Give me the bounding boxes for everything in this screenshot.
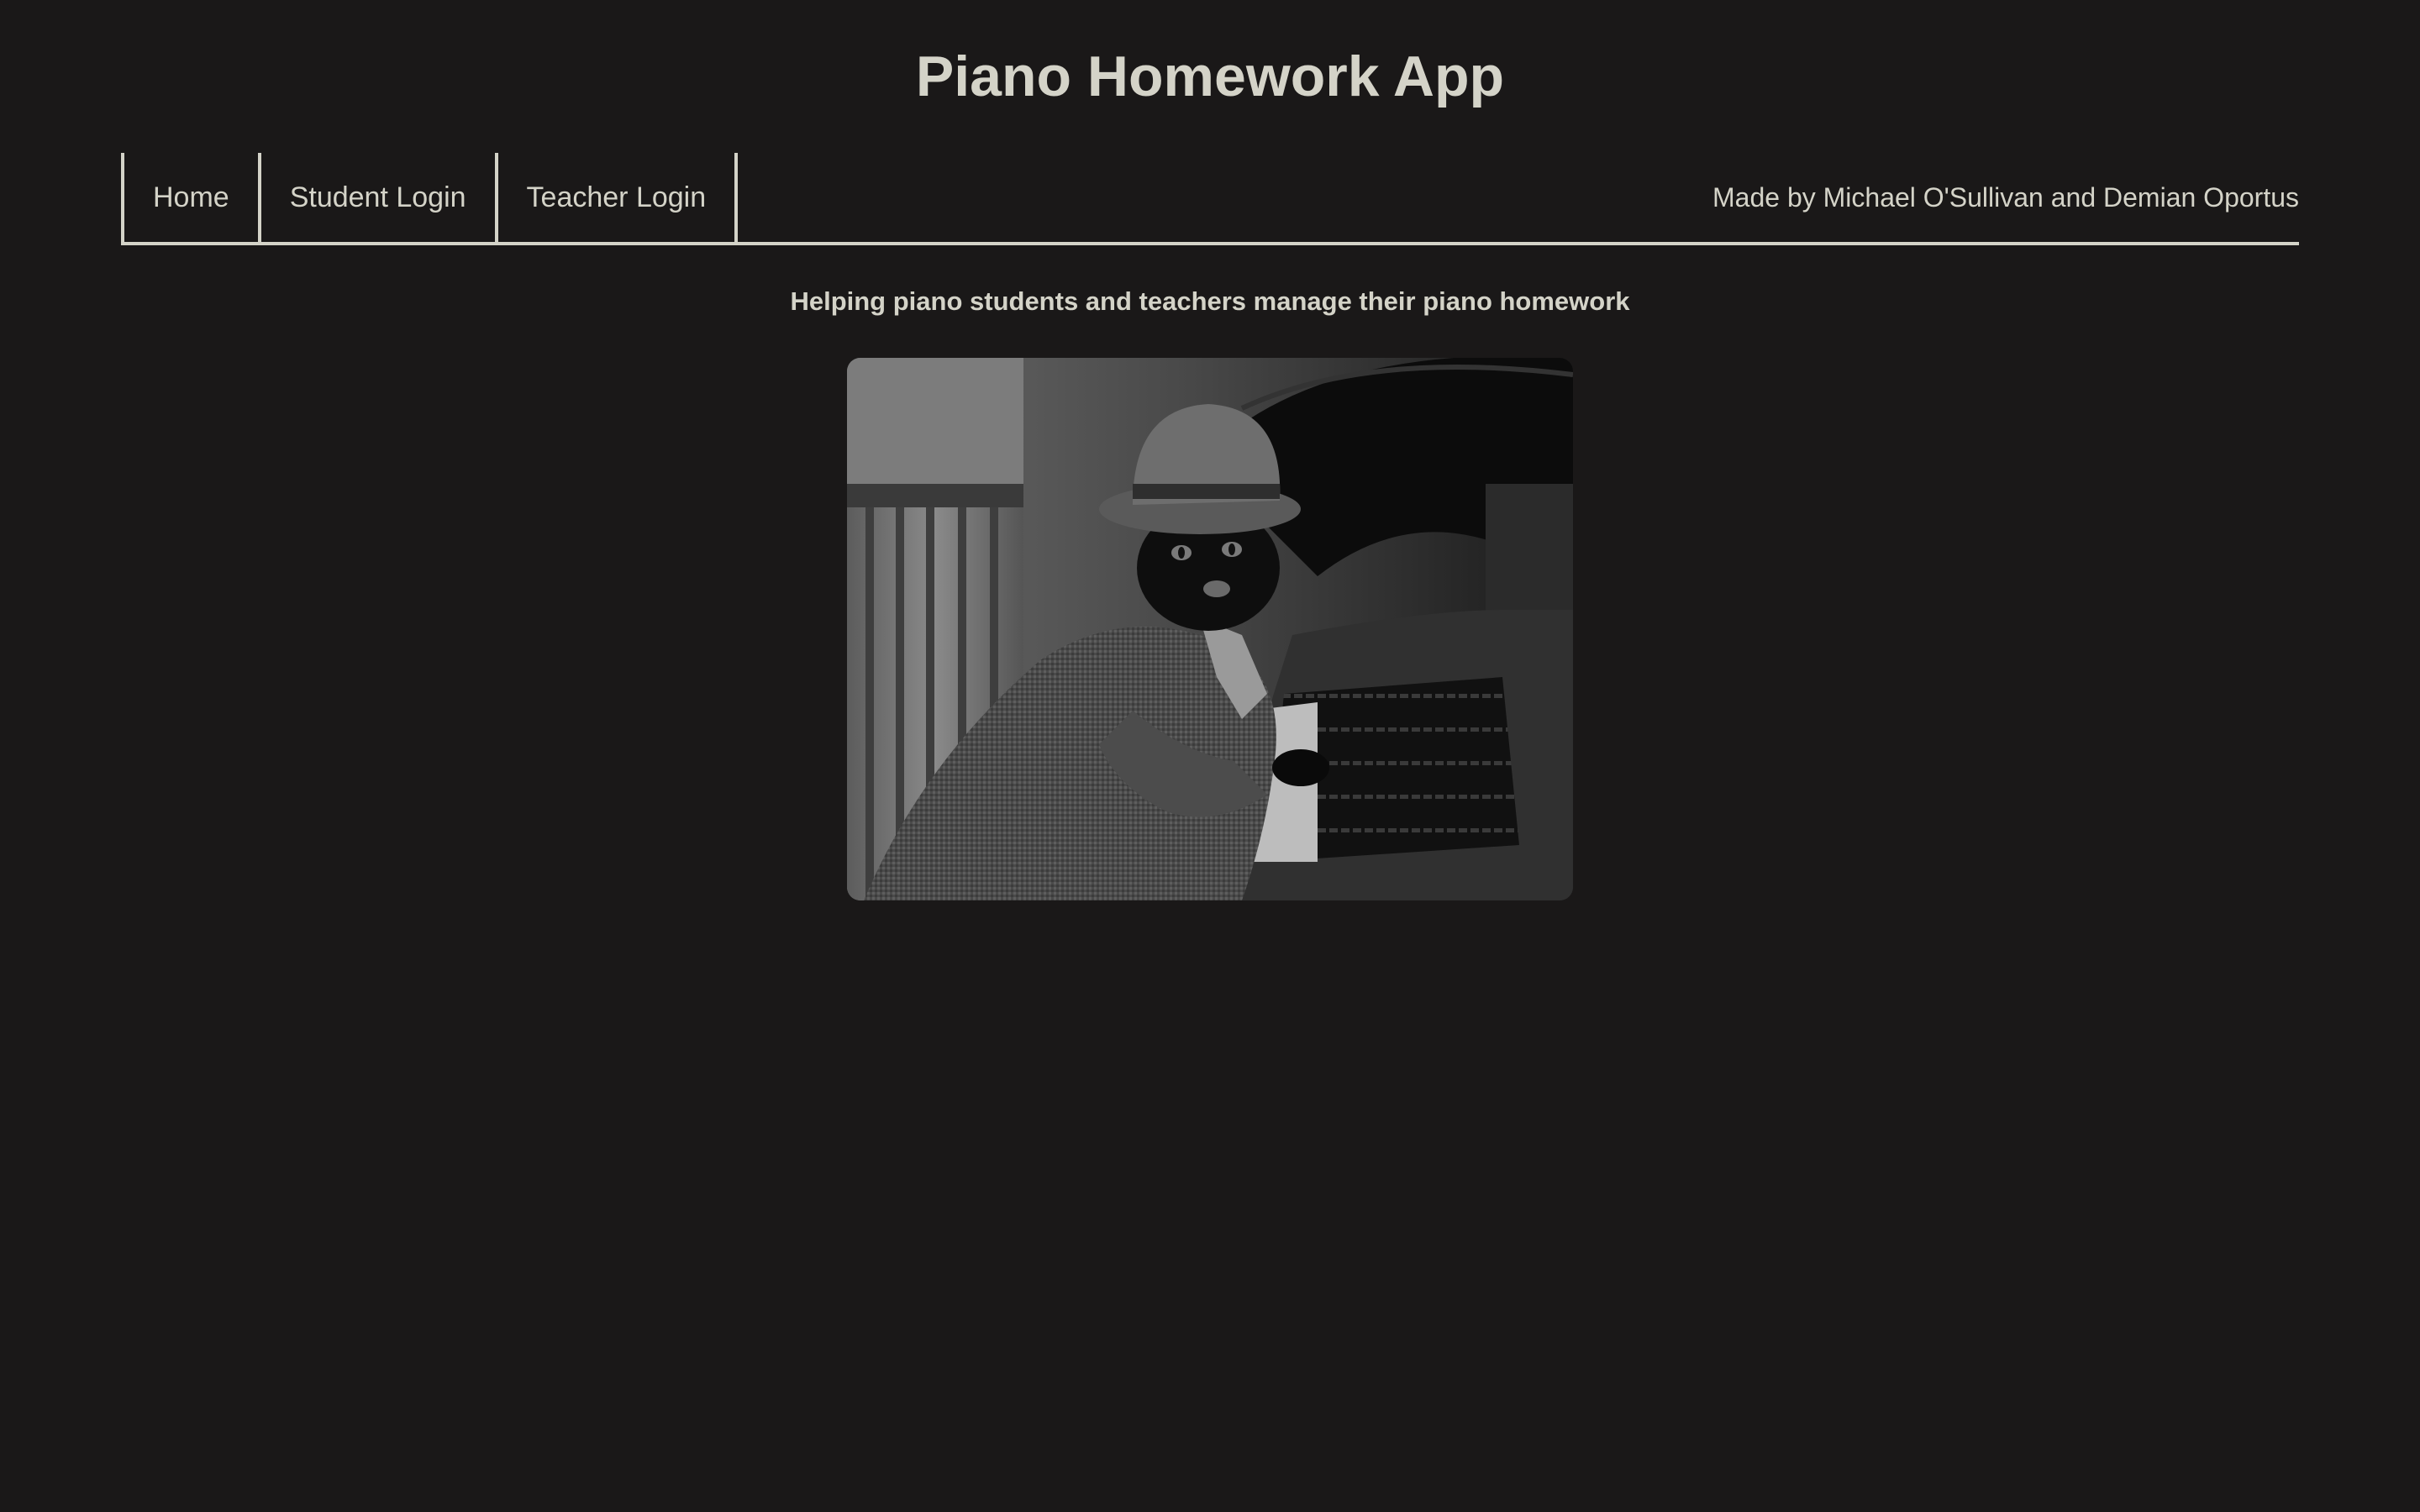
nav-item-home[interactable]: Home [124,153,261,242]
credits-text: Made by Michael O'Sullivan and Demian Op… [1712,181,2299,213]
tagline: Helping piano students and teachers mana… [790,286,1630,316]
hero-image-cat-piano [847,358,1573,900]
nav-item-teacher-login[interactable]: Teacher Login [498,153,739,242]
nav-item-student-login[interactable]: Student Login [261,153,498,242]
page: Piano Homework App Home Student Login Te… [0,0,2420,1512]
navbar: Home Student Login Teacher Login Made by… [121,153,2299,245]
cat-piano-illustration [847,358,1573,900]
page-title: Piano Homework App [915,45,1505,108]
nav-list: Home Student Login Teacher Login [121,153,739,242]
